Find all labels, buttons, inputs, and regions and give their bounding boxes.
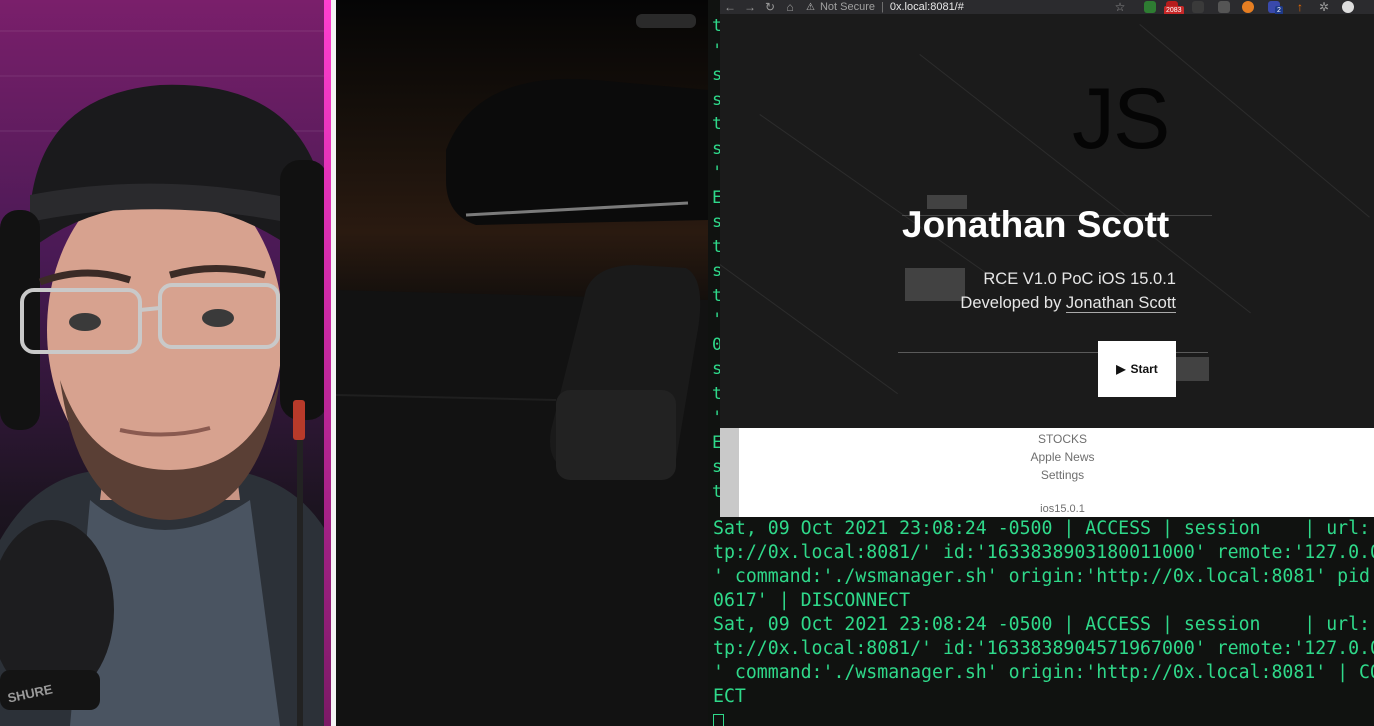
app-menu: STOCKS Apple News Settings ios15.0.1 <box>720 428 1374 517</box>
terminal-log: Sat, 09 Oct 2021 23:08:24 -0500 | ACCESS… <box>713 517 1374 726</box>
address-separator: | <box>881 1 884 13</box>
extension-icon-3[interactable] <box>1192 1 1204 13</box>
warning-icon: ⚠ <box>806 1 815 13</box>
subtitle-line: RCE V1.0 PoC iOS 15.0.1 <box>983 270 1176 288</box>
forward-arrow-icon[interactable]: → <box>740 0 760 14</box>
arrow-up-icon[interactable]: ↑ <box>1290 0 1310 14</box>
reload-icon[interactable]: ↻ <box>760 0 780 14</box>
back-arrow-icon[interactable]: ← <box>720 0 740 14</box>
desk-scene <box>336 14 708 726</box>
terminal-line: ' command:'./wsmanager.sh' origin:'http:… <box>713 566 1374 587</box>
credit-link[interactable]: Jonathan Scott <box>1065 294 1176 313</box>
extension-icon-5[interactable] <box>1242 1 1254 13</box>
decor-line <box>1139 24 1370 218</box>
decor-line <box>759 114 1006 287</box>
phone-camera-feed <box>336 0 708 726</box>
url-text: 0x.local:8081/# <box>889 1 964 13</box>
home-icon[interactable]: ⌂ <box>780 0 800 14</box>
extension-icon-1[interactable] <box>1144 1 1156 13</box>
webcam-feed: SHURE <box>0 0 331 726</box>
menu-item-settings[interactable]: Settings <box>1000 468 1125 482</box>
terminal-line: ECT <box>713 686 746 707</box>
streamer-silhouette: SHURE <box>0 84 331 726</box>
js-logo: JS <box>1072 71 1170 167</box>
terminal-line: 0617' | DISCONNECT <box>713 590 911 611</box>
terminal-line: tp://0x.local:8081/' id:'163383890457196… <box>713 638 1374 659</box>
decor-line <box>720 264 898 395</box>
browser-toolbar: ← → ↻ ⌂ ⚠ Not Secure | 0x.local:8081/# ☆… <box>720 0 1374 15</box>
webpage-content: JS Jonathan Scott RCE V1.0 PoC iOS 15.0.… <box>720 14 1374 428</box>
page-subtitle: RCE V1.0 PoC iOS 15.0.1 Developed by Jon… <box>960 267 1176 315</box>
security-label: Not Secure <box>819 1 875 13</box>
page-title: Jonathan Scott <box>902 204 1170 245</box>
credit-line: Developed by Jonathan Scott <box>960 291 1176 315</box>
extension-icon-4[interactable] <box>1218 1 1230 13</box>
browser-window: ← → ↻ ⌂ ⚠ Not Secure | 0x.local:8081/# ☆… <box>720 0 1374 517</box>
puzzle-icon[interactable]: ✲ <box>1314 0 1334 14</box>
glitch-block <box>905 268 965 301</box>
menu-item-apple-news[interactable]: Apple News <box>1000 450 1125 464</box>
credit-prefix: Developed by <box>960 294 1066 312</box>
menu-item-stocks[interactable]: STOCKS <box>1000 432 1125 446</box>
terminal-cursor <box>713 713 724 726</box>
terminal-line: Sat, 09 Oct 2021 23:08:24 -0500 | ACCESS… <box>713 518 1374 539</box>
profile-avatar[interactable] <box>1342 1 1354 13</box>
start-label: Start <box>1130 362 1158 376</box>
webcam-border <box>324 0 331 726</box>
start-button[interactable]: ▶ Start <box>1098 341 1176 397</box>
menu-footer-version: ios15.0.1 <box>1040 503 1085 515</box>
star-icon[interactable]: ☆ <box>1110 0 1130 14</box>
menu-scrollbar[interactable] <box>720 428 739 517</box>
terminal-line: tp://0x.local:8081/' id:'163383890318001… <box>713 542 1374 563</box>
play-icon: ▶ <box>1116 362 1126 376</box>
terminal-line: ' command:'./wsmanager.sh' origin:'http:… <box>713 662 1374 683</box>
terminal-line: Sat, 09 Oct 2021 23:08:24 -0500 | ACCESS… <box>713 614 1374 635</box>
glitch-block <box>1176 357 1209 381</box>
address-bar[interactable]: ⚠ Not Secure | 0x.local:8081/# <box>806 1 964 13</box>
